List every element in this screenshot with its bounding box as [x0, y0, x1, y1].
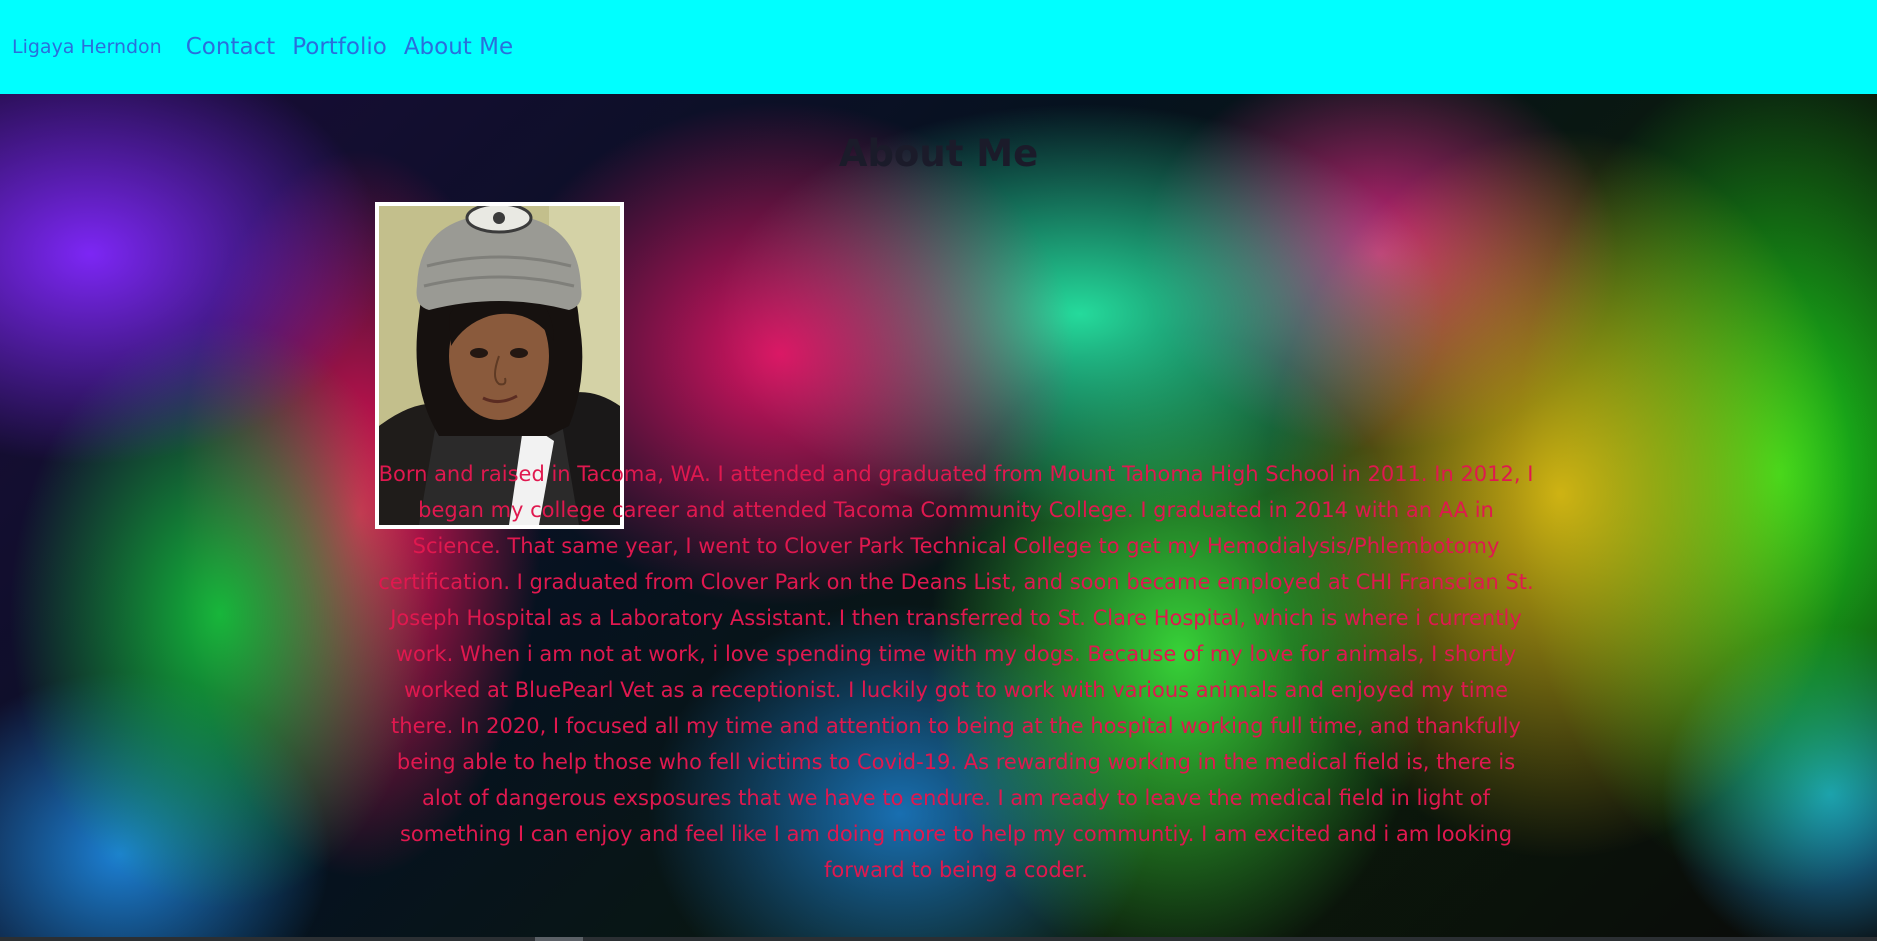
navbar: Ligaya Herndon Contact Portfolio About M…: [0, 0, 1877, 94]
about-section: About Me Born and raised in Tacoma, WA. …: [0, 94, 1877, 937]
scrollbar-thumb[interactable]: [535, 937, 583, 941]
page-title: About Me: [838, 132, 1039, 175]
brand-link[interactable]: Ligaya Herndon: [12, 36, 162, 58]
horizontal-scrollbar[interactable]: [0, 937, 1877, 941]
nav-link-portfolio[interactable]: Portfolio: [292, 34, 387, 60]
nav-links: Contact Portfolio About Me: [186, 34, 530, 60]
nav-link-contact[interactable]: Contact: [186, 34, 275, 60]
nav-link-about-me[interactable]: About Me: [404, 34, 513, 60]
bio-paragraph: Born and raised in Tacoma, WA. I attende…: [378, 462, 1534, 882]
